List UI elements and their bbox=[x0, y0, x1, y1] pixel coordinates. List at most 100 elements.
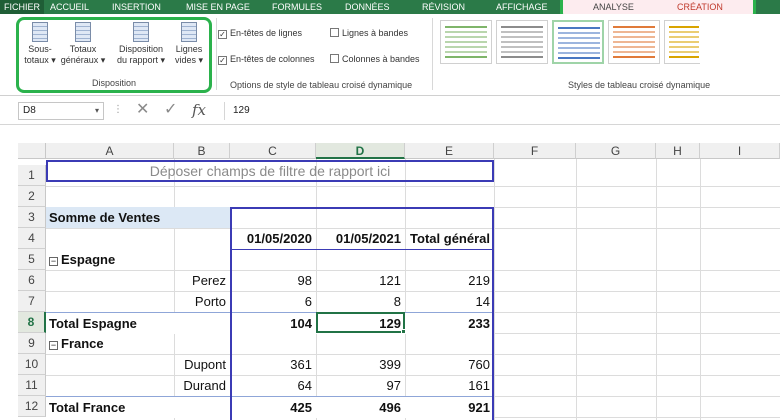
style-thumb-gray[interactable] bbox=[496, 20, 548, 64]
style-thumb-blue-selected[interactable] bbox=[552, 20, 604, 64]
pivot-value-cell[interactable]: 14 bbox=[405, 291, 494, 312]
style-thumb-stripe bbox=[501, 26, 543, 28]
grand-totals-button[interactable]: Totaux généraux ▾ bbox=[59, 22, 107, 66]
checkbox-banded-rows[interactable]: Lignes à bandes bbox=[330, 28, 408, 39]
pivot-total-label[interactable]: Total France bbox=[46, 397, 230, 418]
checkbox-empty-icon bbox=[330, 54, 339, 63]
checkbox-checked-icon: ✓ bbox=[218, 30, 227, 39]
column-header-a[interactable]: A bbox=[46, 143, 174, 159]
row-header-6[interactable]: 6 bbox=[18, 270, 46, 291]
pivot-value-cell[interactable]: 64 bbox=[230, 375, 316, 396]
pivot-value-cell[interactable]: 97 bbox=[316, 375, 405, 396]
row-header-5[interactable]: 5 bbox=[18, 249, 46, 270]
cancel-icon[interactable]: ✕ bbox=[136, 101, 149, 119]
style-thumb-stripe bbox=[558, 57, 600, 59]
pivot-value-cell[interactable]: 399 bbox=[316, 354, 405, 375]
style-thumb-green[interactable] bbox=[440, 20, 492, 64]
row-header-3[interactable]: 3 bbox=[18, 207, 46, 228]
grid-line bbox=[494, 159, 495, 420]
pivot-row-label[interactable]: Dupont bbox=[46, 354, 230, 375]
pivot-value-cell[interactable]: 219 bbox=[405, 270, 494, 291]
style-thumb-stripe bbox=[613, 41, 655, 43]
insert-function-icon[interactable]: fx bbox=[192, 101, 206, 119]
style-thumb-stripe bbox=[669, 56, 699, 58]
pivot-total-cell[interactable]: 496 bbox=[316, 397, 405, 418]
style-thumb-stripe bbox=[445, 51, 487, 53]
style-thumb-stripe bbox=[669, 46, 699, 48]
style-thumb-stripe bbox=[558, 52, 600, 54]
pivot-total-label[interactable]: Total Espagne bbox=[46, 313, 230, 334]
pivot-group-france[interactable]: − France bbox=[46, 333, 230, 354]
blank-rows-button[interactable]: Lignes vides ▾ bbox=[171, 22, 207, 66]
pivot-row-label[interactable]: Perez bbox=[46, 270, 230, 291]
pivot-value-cell[interactable]: 98 bbox=[230, 270, 316, 291]
checkbox-column-headers[interactable]: ✓ En-têtes de colonnes bbox=[218, 54, 315, 65]
report-filter-drop-zone[interactable]: Déposer champs de filtre de rapport ici bbox=[46, 160, 494, 182]
tab-revision[interactable]: RÉVISION bbox=[422, 0, 465, 14]
row-header-7[interactable]: 7 bbox=[18, 291, 46, 312]
style-thumb-orange[interactable] bbox=[608, 20, 660, 64]
pivot-value-cell[interactable]: 760 bbox=[405, 354, 494, 375]
row-header-4[interactable]: 4 bbox=[18, 228, 46, 249]
tab-accueil[interactable]: ACCUEIL bbox=[50, 0, 89, 14]
row-header-2[interactable]: 2 bbox=[18, 186, 46, 207]
fill-handle[interactable] bbox=[401, 329, 406, 334]
column-header-h[interactable]: H bbox=[656, 143, 700, 159]
column-header-e[interactable]: E bbox=[405, 143, 494, 159]
pivot-value-cell[interactable]: 8 bbox=[316, 291, 405, 312]
column-header-d[interactable]: D bbox=[316, 143, 405, 159]
checkbox-checked-icon: ✓ bbox=[218, 56, 227, 65]
tab-affichage[interactable]: AFFICHAGE bbox=[496, 0, 548, 14]
tab-analyse[interactable]: ANALYSE bbox=[593, 0, 634, 14]
pivot-col-header[interactable]: 01/05/2021 bbox=[316, 228, 405, 249]
pivot-total-cell[interactable]: 921 bbox=[405, 397, 494, 418]
checkbox-banded-columns[interactable]: Colonnes à bandes bbox=[330, 54, 420, 65]
style-thumb-stripe bbox=[669, 31, 699, 33]
column-header-b[interactable]: B bbox=[174, 143, 230, 159]
checkbox-empty-icon bbox=[330, 28, 339, 37]
pivot-value-cell[interactable]: 361 bbox=[230, 354, 316, 375]
pivot-value-header[interactable]: Somme de Ventes bbox=[46, 207, 230, 228]
pivot-group-espagne[interactable]: − Espagne bbox=[46, 249, 230, 270]
column-header-c[interactable]: C bbox=[230, 143, 316, 159]
style-thumb-yellow[interactable] bbox=[664, 20, 700, 64]
tab-mise-en-page[interactable]: MISE EN PAGE bbox=[186, 0, 250, 14]
pivot-row-label[interactable]: Durand bbox=[46, 375, 230, 396]
pivot-total-cell[interactable]: 233 bbox=[405, 313, 494, 334]
report-layout-button[interactable]: Disposition du rapport ▾ bbox=[113, 22, 169, 66]
row-header-11[interactable]: 11 bbox=[18, 375, 46, 396]
tab-creation[interactable]: CRÉATION bbox=[677, 0, 723, 14]
chevron-down-icon[interactable]: ▾ bbox=[95, 103, 99, 119]
row-header-9[interactable]: 9 bbox=[18, 333, 46, 354]
pivot-col-header[interactable]: Total général bbox=[405, 228, 494, 249]
tab-donnees[interactable]: DONNÉES bbox=[345, 0, 390, 14]
column-header-f[interactable]: F bbox=[494, 143, 576, 159]
pivot-total-cell[interactable]: 104 bbox=[230, 313, 316, 334]
column-header-g[interactable]: G bbox=[576, 143, 656, 159]
name-box[interactable]: D8 ▾ bbox=[18, 102, 104, 120]
row-header-8[interactable]: 8 bbox=[18, 312, 46, 333]
tab-formules[interactable]: FORMULES bbox=[272, 0, 322, 14]
pivot-value-cell[interactable]: 121 bbox=[316, 270, 405, 291]
tab-insertion[interactable]: INSERTION bbox=[112, 0, 161, 14]
pivot-value-cell[interactable]: 161 bbox=[405, 375, 494, 396]
subtotals-icon bbox=[32, 22, 48, 42]
collapse-minus-icon[interactable]: − bbox=[49, 257, 58, 266]
checkbox-row-headers[interactable]: ✓ En-têtes de lignes bbox=[218, 28, 302, 39]
pivot-value-cell[interactable]: 6 bbox=[230, 291, 316, 312]
tab-fichier[interactable]: FICHIER bbox=[0, 0, 44, 14]
worksheet-grid[interactable]: A B C D E F G H I 1 2 3 4 5 6 7 8 9 10 1… bbox=[0, 125, 780, 420]
enter-check-icon[interactable]: ✓ bbox=[164, 101, 177, 119]
pivot-total-cell[interactable]: 425 bbox=[230, 397, 316, 418]
formula-input[interactable]: 129 bbox=[224, 102, 780, 120]
select-all-corner[interactable] bbox=[18, 143, 46, 159]
column-header-i[interactable]: I bbox=[700, 143, 780, 159]
pivot-col-header[interactable]: 01/05/2020 bbox=[230, 228, 316, 249]
row-header-12[interactable]: 12 bbox=[18, 396, 46, 417]
collapse-minus-icon[interactable]: − bbox=[49, 341, 58, 350]
pivot-row-label[interactable]: Porto bbox=[46, 291, 230, 312]
subtotals-button[interactable]: Sous- totaux ▾ bbox=[21, 22, 59, 66]
style-thumb-stripe bbox=[445, 56, 487, 58]
row-header-1[interactable]: 1 bbox=[18, 165, 46, 186]
row-header-10[interactable]: 10 bbox=[18, 354, 46, 375]
